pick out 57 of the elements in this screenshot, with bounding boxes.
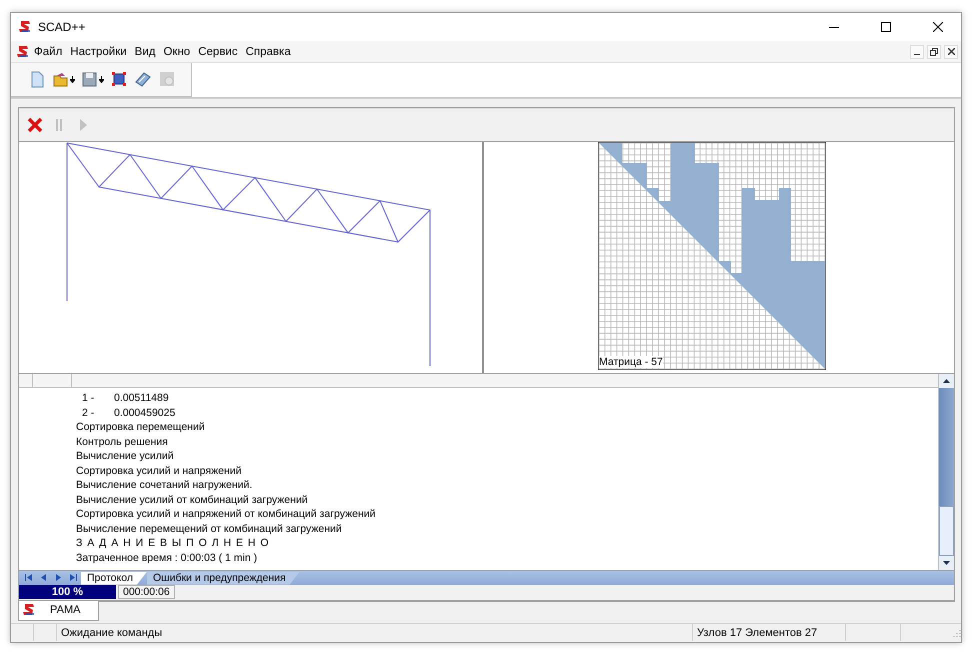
log-line: Контроль решения xyxy=(76,436,168,448)
log-value: 0.00511489 xyxy=(114,391,169,406)
status-counts: Узлов 17 Элементов 27 xyxy=(697,626,818,639)
dropdown-arrow-icon xyxy=(70,76,75,83)
log-index: 1 - xyxy=(82,391,96,406)
app-logo-icon xyxy=(23,603,36,617)
dropdown-arrow-icon xyxy=(99,76,104,83)
scroll-thumb[interactable] xyxy=(939,506,954,556)
document-tab[interactable]: РАМА xyxy=(18,600,100,620)
window-title: SCAD++ xyxy=(38,20,86,34)
menu-item[interactable]: Файл xyxy=(30,44,66,60)
left-arrow-icon xyxy=(25,574,32,582)
right-arrow-icon xyxy=(55,574,62,582)
minimize-button[interactable] xyxy=(910,44,924,59)
down-arrow-icon xyxy=(943,560,950,565)
menu-item[interactable]: Справка xyxy=(242,44,295,60)
right-arrow-icon xyxy=(70,574,77,582)
maximize-icon xyxy=(881,22,891,32)
minimize-icon xyxy=(829,26,839,28)
close-icon xyxy=(948,48,954,56)
log-line: Сортировка перемещений xyxy=(76,421,205,434)
matrix-label: Матрица - 57 xyxy=(599,356,663,368)
elapsed-time: 000:00:06 xyxy=(118,585,175,600)
log-line: Сортировка усилий и напряжений xyxy=(76,464,242,477)
log-line: Сортировка усилий и напряжений от комбинаций загружений xyxy=(76,508,376,520)
frame-icon xyxy=(110,70,128,88)
app-logo-icon xyxy=(17,44,30,59)
menu-item[interactable]: Окно xyxy=(159,44,194,60)
log-line: Вычисление сочетаний нагружений. xyxy=(76,479,252,492)
left-arrow-icon xyxy=(40,574,47,582)
scroll-down-button[interactable] xyxy=(939,556,954,570)
log-index: 2 - xyxy=(82,406,96,420)
ruler-icon xyxy=(134,70,152,88)
stop-icon xyxy=(26,116,44,134)
log-line: Вычисление усилий xyxy=(76,450,174,462)
restore-button[interactable] xyxy=(927,44,941,59)
log-value: 0.000459025 xyxy=(114,406,176,420)
menu-item[interactable]: Сервис xyxy=(194,44,242,60)
app-logo-icon xyxy=(19,20,32,34)
log-result: З А Д А Н И Е В Ы П О Л Н Е Н О xyxy=(76,537,270,550)
status-message: Ожидание команды xyxy=(61,626,162,639)
log-line: Затраченное время : 0:00:03 ( 1 min ) xyxy=(76,552,258,564)
log-tab[interactable]: Ошибки и предупреждения xyxy=(146,572,300,585)
floppy-icon xyxy=(81,70,99,88)
progress-label: 100 % xyxy=(50,585,84,600)
up-arrow-icon xyxy=(943,379,950,384)
log-line: Вычисление перемещений от комбинаций загружений xyxy=(76,522,342,535)
scrollbar[interactable] xyxy=(938,374,954,570)
log-line: Вычисление усилий от комбинаций загружений xyxy=(76,494,308,506)
scroll-up-button[interactable] xyxy=(939,374,954,388)
menu-item[interactable]: Вид xyxy=(130,44,160,60)
folder-icon xyxy=(52,70,70,88)
close-icon xyxy=(933,22,943,32)
menu-item[interactable]: Настройки xyxy=(66,44,131,60)
log-tab[interactable]: Протокол xyxy=(81,572,147,585)
close-button[interactable] xyxy=(944,44,958,59)
restore-icon xyxy=(930,48,938,56)
